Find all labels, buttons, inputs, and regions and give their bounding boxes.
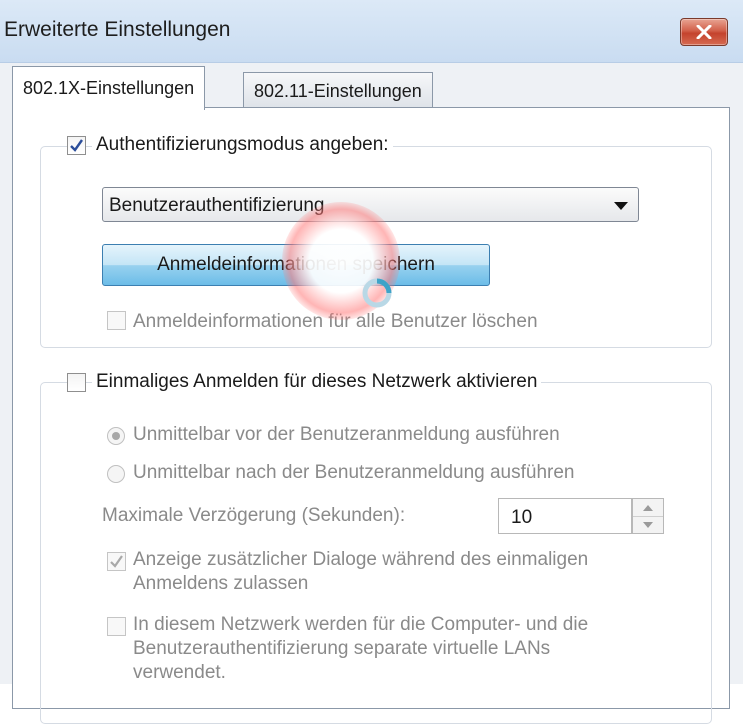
separate-vlans-label-line1: In diesem Netzwerk werden für die Comput… [133, 614, 589, 635]
specify-auth-mode-label: Authentifizierungsmodus angeben: [92, 134, 393, 156]
radio-before-logon[interactable] [107, 427, 125, 445]
tab-802-1x-settings[interactable]: 802.1X-Einstellungen [12, 66, 206, 110]
max-delay-label: Maximale Verzögerung (Sekunden): [102, 505, 406, 526]
separate-vlans-label-line2: Benutzerauthentifizierung separate virtu… [133, 638, 551, 659]
separate-vlans-checkbox[interactable] [107, 617, 126, 636]
title-bar: Erweiterte Einstellungen [0, 0, 743, 63]
auth-mode-selected-value: Benutzerauthentifizierung [109, 195, 325, 216]
max-delay-value: 10 [511, 507, 533, 528]
close-button[interactable] [680, 18, 728, 46]
radio-after-logon[interactable] [107, 465, 125, 483]
allow-dialogs-label-line1: Anzeige zusätzlicher Dialoge während des… [133, 549, 589, 570]
chevron-down-icon [614, 202, 628, 210]
enable-sso-label: Einmaliges Anmelden für dieses Netzwerk … [92, 371, 542, 393]
tab-label: 802.11-Einstellungen [254, 80, 422, 101]
radio-after-logon-label: Unmittelbar nach der Benutzeranmeldung a… [133, 462, 575, 483]
stepper-up-button[interactable] [633, 499, 663, 517]
max-delay-stepper [632, 498, 664, 534]
busy-spinner-icon [362, 278, 392, 308]
tab-802-11-settings[interactable]: 802.11-Einstellungen [243, 72, 433, 109]
checkmark-icon [110, 555, 123, 568]
radio-selected-dot [112, 432, 120, 440]
stepper-down-button[interactable] [633, 516, 663, 533]
delete-credentials-checkbox[interactable] [107, 311, 126, 330]
tab-label: 802.1X-Einstellungen [23, 78, 195, 98]
allow-dialogs-label-line2: Anmeldens zulassen [133, 573, 309, 594]
window-title: Erweiterte Einstellungen [4, 18, 231, 41]
specify-auth-mode-checkbox[interactable] [67, 136, 86, 155]
max-delay-input[interactable]: 10 [498, 498, 632, 534]
arrow-up-icon [643, 504, 653, 511]
separate-vlans-label-line3: verwendet. [133, 662, 226, 683]
arrow-down-icon [643, 521, 653, 528]
enable-sso-checkbox[interactable] [67, 373, 86, 392]
close-x-icon [696, 25, 712, 39]
radio-before-logon-label: Unmittelbar vor der Benutzeranmeldung au… [133, 424, 560, 445]
allow-dialogs-checkbox[interactable] [107, 552, 126, 571]
checkmark-icon [70, 139, 83, 152]
